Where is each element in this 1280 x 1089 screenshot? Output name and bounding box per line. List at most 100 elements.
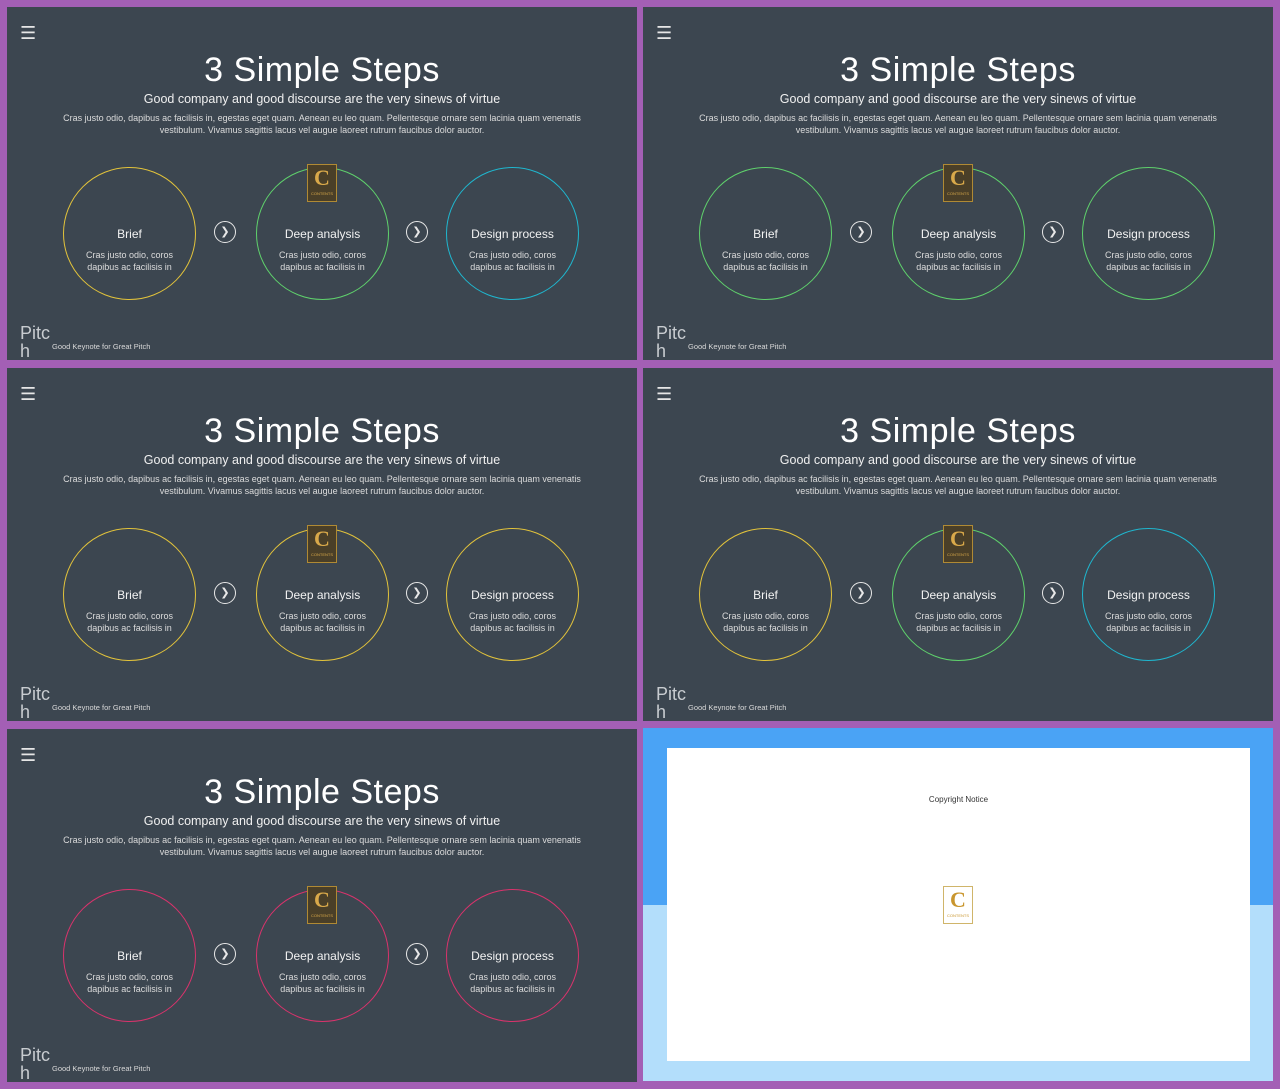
step-title: Deep analysis xyxy=(920,588,997,602)
slide-footer: Good Keynote for Great Pitch xyxy=(52,1064,151,1073)
step-description: Cras justo odio, coros dapibus ac facili… xyxy=(1104,611,1193,633)
step-title: Deep analysis xyxy=(284,227,361,241)
logo-text: CONTENTS xyxy=(311,913,333,918)
step-circle-design-process: Design process Cras justo odio, coros da… xyxy=(446,167,579,300)
step-title: Deep analysis xyxy=(284,949,361,963)
slide-subtitle: Good company and good discourse are the … xyxy=(143,92,501,106)
step-title: Brief xyxy=(117,227,142,241)
chevron-right-icon: ❯ xyxy=(214,943,236,965)
slide-subtitle: Good company and good discourse are the … xyxy=(143,814,501,828)
step-description: Cras justo odio, coros dapibus ac facili… xyxy=(468,611,557,633)
brand-logo: Pitch xyxy=(20,323,51,360)
copyright-title: Copyright Notice xyxy=(928,795,989,804)
slide-title: 3 Simple Steps xyxy=(204,51,440,89)
step-description: Cras justo odio, coros dapibus ac facili… xyxy=(468,250,557,272)
step-description: Cras justo odio, coros dapibus ac facili… xyxy=(468,972,557,994)
chevron-right-icon: ❯ xyxy=(214,221,236,243)
slide-thumbnail[interactable]: ☰ 3 Simple Steps Good company and good d… xyxy=(7,7,637,360)
step-title: Design process xyxy=(1107,227,1190,241)
step-title: Brief xyxy=(117,949,142,963)
step-description: Cras justo odio, coros dapibus ac facili… xyxy=(85,250,174,272)
contents-logo-icon: C CONTENTS xyxy=(943,525,973,563)
chevron-right-icon: ❯ xyxy=(214,582,236,604)
step-circle-brief: Brief Cras justo odio, coros dapibus ac … xyxy=(699,167,832,300)
menu-icon[interactable]: ☰ xyxy=(656,385,672,403)
step-circle-design-process: Design process Cras justo odio, coros da… xyxy=(446,889,579,1022)
slide-title: 3 Simple Steps xyxy=(204,412,440,450)
slide-footer: Good Keynote for Great Pitch xyxy=(52,703,151,712)
chevron-right-icon: ❯ xyxy=(1042,582,1064,604)
logo-letter: C xyxy=(314,887,330,912)
slide-thumbnail[interactable]: ☰ 3 Simple Steps Good company and good d… xyxy=(7,729,637,1082)
step-title: Design process xyxy=(1107,588,1190,602)
contents-logo-icon: C CONTENTS xyxy=(307,164,337,202)
slide-thumbnail[interactable]: ☰ 3 Simple Steps Good company and good d… xyxy=(643,368,1273,721)
chevron-right-icon: ❯ xyxy=(850,221,872,243)
chevron-right-icon: ❯ xyxy=(406,943,428,965)
slide-thumbnail[interactable]: ☰ 3 Simple Steps Good company and good d… xyxy=(7,368,637,721)
step-circle-design-process: Design process Cras justo odio, coros da… xyxy=(1082,167,1215,300)
slide-body-text: Cras justo odio, dapibus ac facilisis in… xyxy=(63,474,581,496)
step-circle-brief: Brief Cras justo odio, coros dapibus ac … xyxy=(63,167,196,300)
contents-logo-icon: C CONTENTS xyxy=(943,164,973,202)
slide-footer: Good Keynote for Great Pitch xyxy=(52,342,151,351)
logo-letter: C xyxy=(950,887,966,912)
slide-subtitle: Good company and good discourse are the … xyxy=(779,453,1137,467)
logo-letter: C xyxy=(314,526,330,551)
logo-letter: C xyxy=(314,165,330,190)
logo-text: CONTENTS xyxy=(311,191,333,196)
step-description: Cras justo odio, coros dapibus ac facili… xyxy=(914,611,1003,633)
logo-text: CONTENTS xyxy=(947,913,969,918)
step-title: Design process xyxy=(471,227,554,241)
chevron-right-icon: ❯ xyxy=(850,582,872,604)
chevron-right-icon: ❯ xyxy=(1042,221,1064,243)
menu-icon[interactable]: ☰ xyxy=(656,24,672,42)
logo-letter: C xyxy=(950,526,966,551)
step-title: Brief xyxy=(753,227,778,241)
step-circle-brief: Brief Cras justo odio, coros dapibus ac … xyxy=(63,889,196,1022)
slide-subtitle: Good company and good discourse are the … xyxy=(143,453,501,467)
step-circle-design-process: Design process Cras justo odio, coros da… xyxy=(1082,528,1215,661)
menu-icon[interactable]: ☰ xyxy=(20,24,36,42)
slide-title: 3 Simple Steps xyxy=(840,412,1076,450)
copyright-slide: Copyright Notice C CONTENTS xyxy=(643,728,1273,1081)
brand-logo: Pitch xyxy=(20,1045,51,1082)
slide-footer: Good Keynote for Great Pitch xyxy=(688,342,787,351)
slide-title: 3 Simple Steps xyxy=(840,51,1076,89)
contents-logo-icon: C CONTENTS xyxy=(943,886,973,924)
logo-letter: C xyxy=(950,165,966,190)
slide-footer: Good Keynote for Great Pitch xyxy=(688,703,787,712)
slide-thumbnail[interactable]: ☰ 3 Simple Steps Good company and good d… xyxy=(643,7,1273,360)
chevron-right-icon: ❯ xyxy=(406,221,428,243)
logo-text: CONTENTS xyxy=(311,552,333,557)
step-description: Cras justo odio, coros dapibus ac facili… xyxy=(85,972,174,994)
brand-logo: Pitch xyxy=(20,684,51,721)
step-title: Design process xyxy=(471,949,554,963)
step-title: Brief xyxy=(117,588,142,602)
contents-logo-icon: C CONTENTS xyxy=(307,886,337,924)
step-circle-brief: Brief Cras justo odio, coros dapibus ac … xyxy=(63,528,196,661)
copyright-card: Copyright Notice C CONTENTS xyxy=(667,748,1250,1061)
step-title: Design process xyxy=(471,588,554,602)
menu-icon[interactable]: ☰ xyxy=(20,746,36,764)
step-description: Cras justo odio, coros dapibus ac facili… xyxy=(721,250,810,272)
brand-logo: Pitch xyxy=(656,684,687,721)
slide-body-text: Cras justo odio, dapibus ac facilisis in… xyxy=(63,835,581,857)
step-description: Cras justo odio, coros dapibus ac facili… xyxy=(721,611,810,633)
chevron-right-icon: ❯ xyxy=(406,582,428,604)
step-circle-design-process: Design process Cras justo odio, coros da… xyxy=(446,528,579,661)
step-description: Cras justo odio, coros dapibus ac facili… xyxy=(278,972,367,994)
step-description: Cras justo odio, coros dapibus ac facili… xyxy=(85,611,174,633)
slide-body-text: Cras justo odio, dapibus ac facilisis in… xyxy=(63,113,581,135)
step-title: Deep analysis xyxy=(920,227,997,241)
menu-icon[interactable]: ☰ xyxy=(20,385,36,403)
step-circle-brief: Brief Cras justo odio, coros dapibus ac … xyxy=(699,528,832,661)
step-title: Deep analysis xyxy=(284,588,361,602)
step-title: Brief xyxy=(753,588,778,602)
slide-body-text: Cras justo odio, dapibus ac facilisis in… xyxy=(699,474,1217,496)
logo-text: CONTENTS xyxy=(947,191,969,196)
slide-subtitle: Good company and good discourse are the … xyxy=(779,92,1137,106)
slide-body-text: Cras justo odio, dapibus ac facilisis in… xyxy=(699,113,1217,135)
step-description: Cras justo odio, coros dapibus ac facili… xyxy=(278,250,367,272)
step-description: Cras justo odio, coros dapibus ac facili… xyxy=(1104,250,1193,272)
